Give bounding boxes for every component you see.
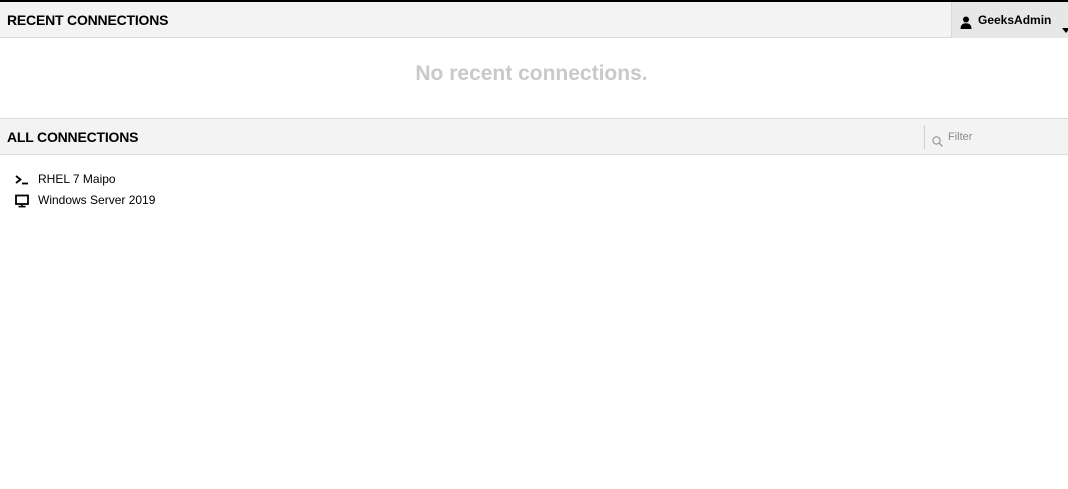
recent-connections-header: RECENT CONNECTIONS GeeksAdmin [0,2,1068,38]
search-icon [932,132,943,147]
recent-connections-title: RECENT CONNECTIONS [7,11,169,28]
no-recent-connections-message: No recent connections. [415,62,648,85]
connection-item-windows[interactable]: Windows Server 2019 [15,189,155,210]
all-connections-title: ALL CONNECTIONS [7,128,139,145]
user-menu-button[interactable]: GeeksAdmin [951,2,1068,38]
connection-list: RHEL 7 Maipo Windows Server 2019 [15,168,155,210]
connection-label: Windows Server 2019 [38,192,156,207]
filter-input[interactable] [948,131,1063,143]
username-label: GeeksAdmin [978,13,1052,27]
filter-box [924,125,1068,149]
connection-item-rhel[interactable]: RHEL 7 Maipo [15,168,155,189]
terminal-icon [15,172,29,186]
chevron-down-icon [1062,18,1068,33]
connection-label: RHEL 7 Maipo [38,171,116,186]
user-icon [960,14,972,29]
all-connections-header: ALL CONNECTIONS [0,118,1068,155]
monitor-icon [15,193,29,207]
